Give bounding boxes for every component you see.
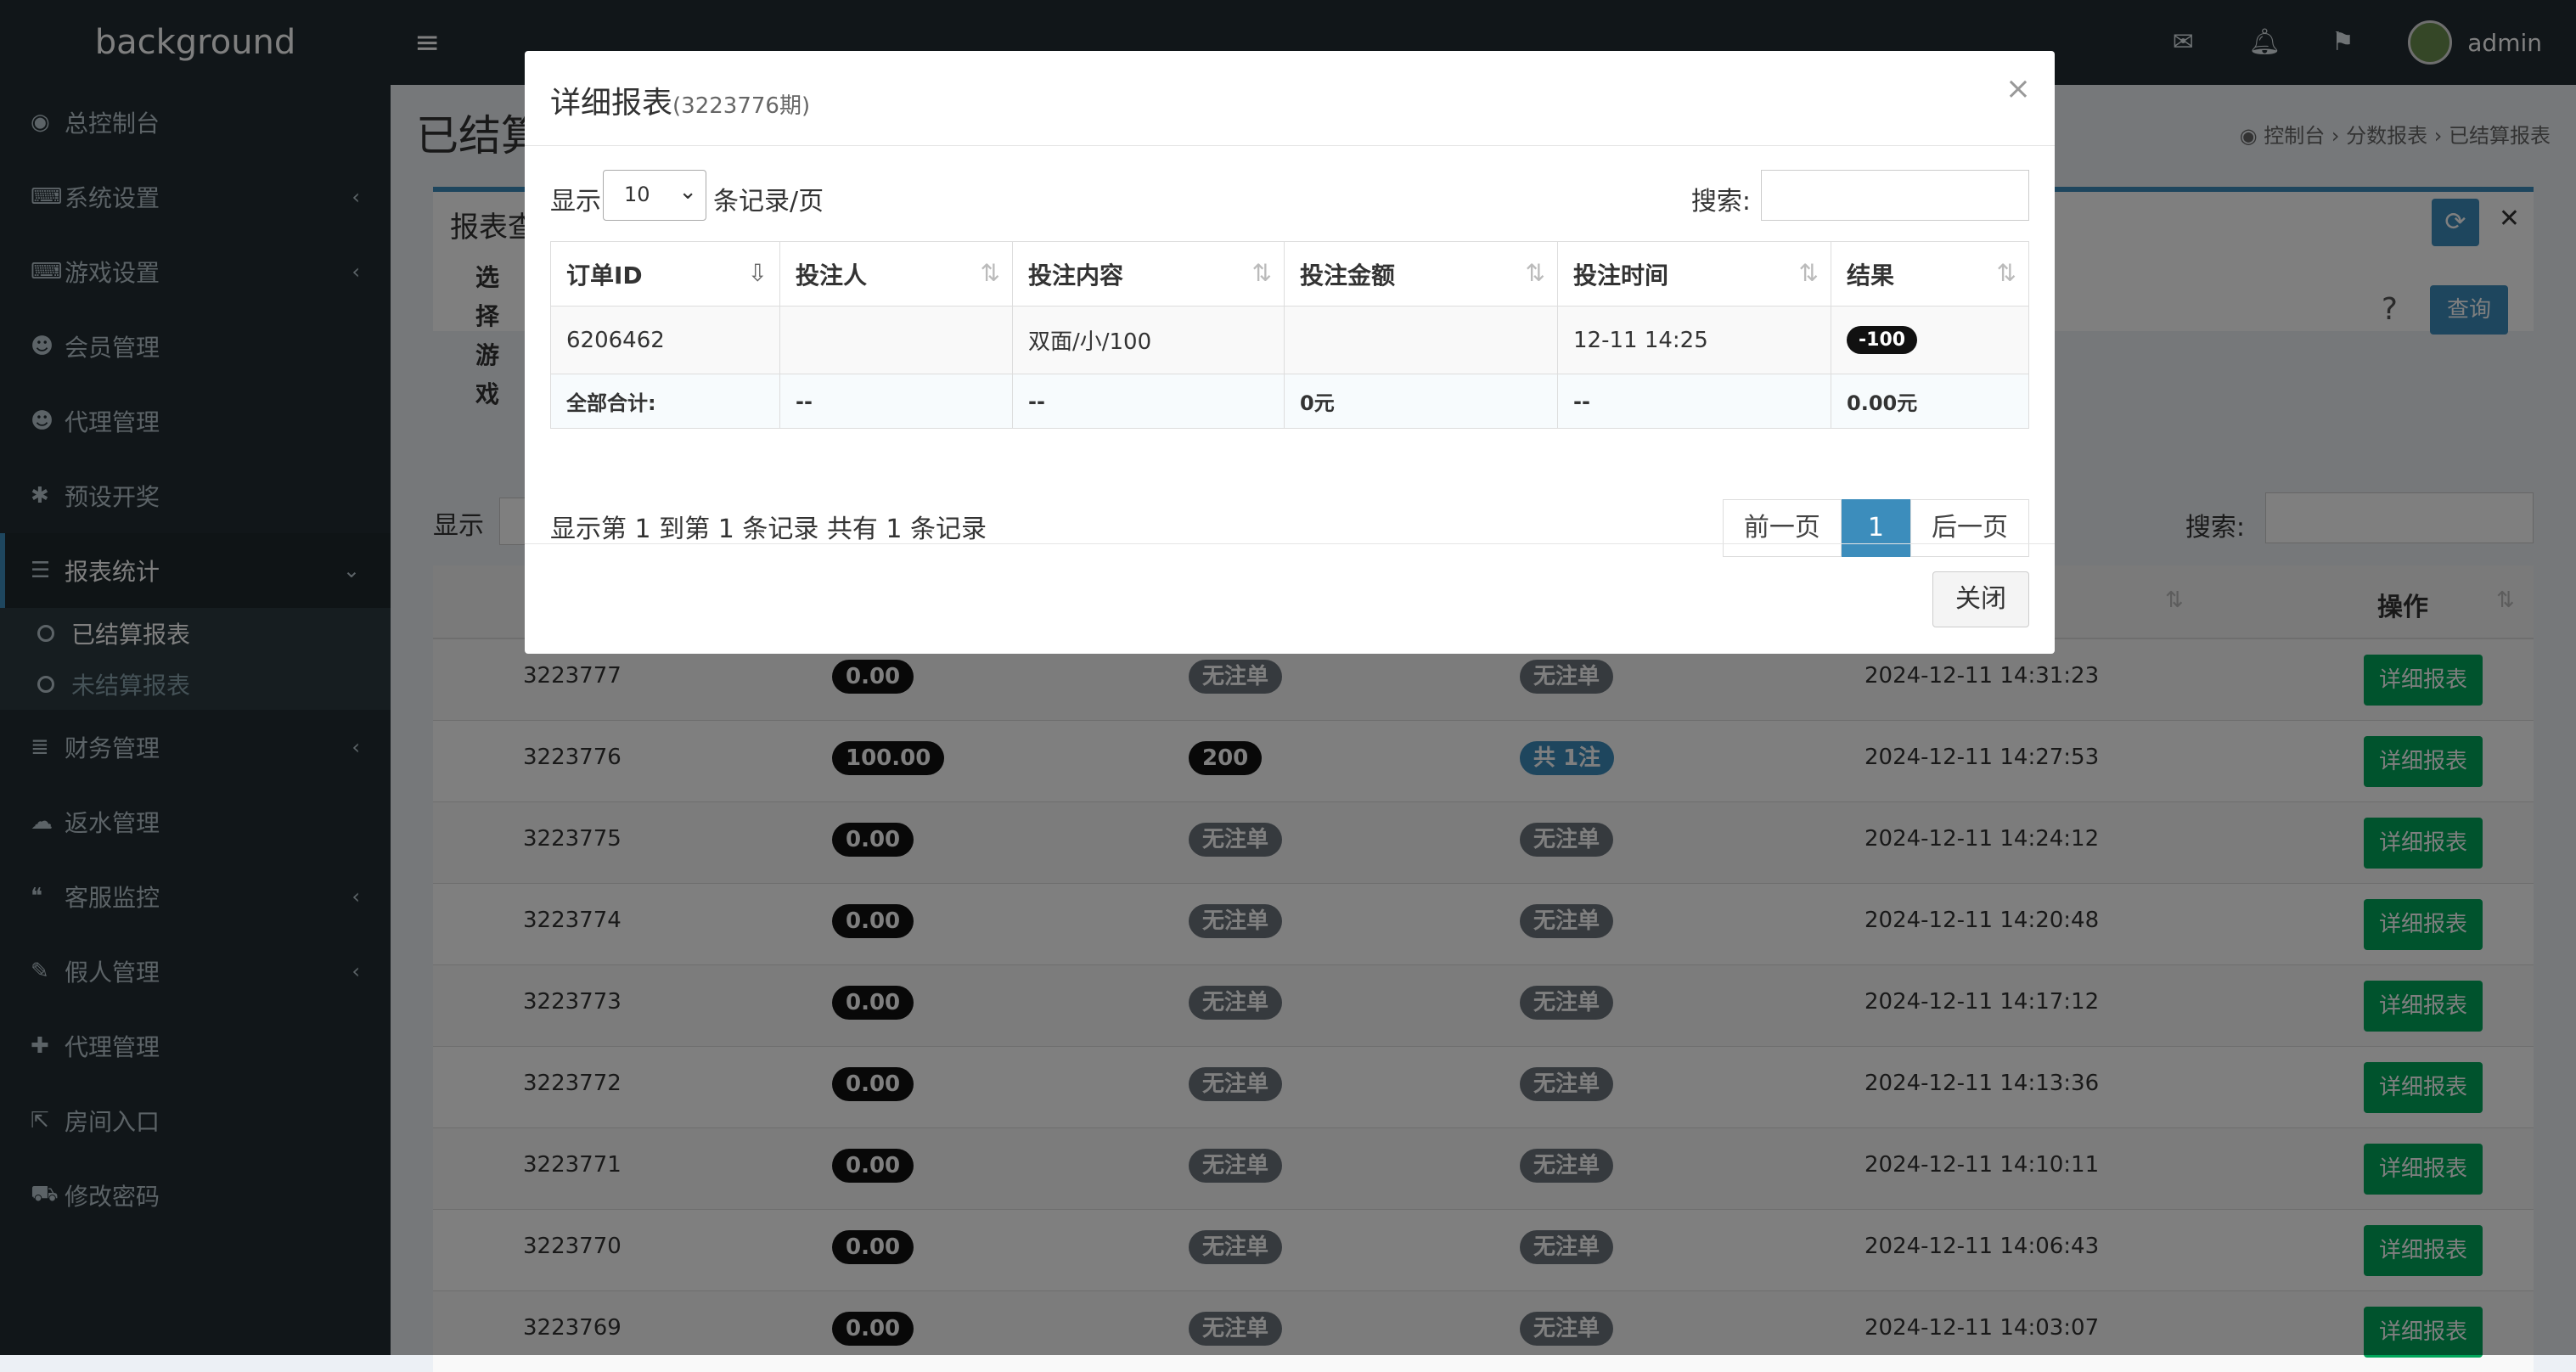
- total-label: 全部合计:: [550, 374, 780, 429]
- table-header-row: 订单ID ⇩ 投注人 ⇅ 投注内容 ⇅ 投注金额 ⇅ 投注时间 ⇅ 结果 ⇅: [550, 241, 2029, 306]
- total-time: --: [1557, 374, 1831, 429]
- search-input[interactable]: [1761, 170, 2029, 221]
- total-result: 0.00元: [1831, 374, 2029, 429]
- show-label: 显示: [550, 187, 601, 216]
- column-header-label: 结果: [1847, 261, 1895, 290]
- column-header-label: 订单ID: [566, 261, 643, 290]
- column-header-label: 投注人: [796, 261, 868, 290]
- bet-content-cell: 双面/小/100: [1012, 306, 1285, 374]
- sort-asc-icon: ⇩: [747, 259, 768, 287]
- chevron-down-icon: ⌄: [678, 179, 697, 205]
- modal-body: 显示 10 ⌄ 条记录/页 搜索: 订单ID ⇩ 投注人 ⇅ 投注内容 ⇅ 投注金额 ⇅…: [550, 170, 2029, 557]
- bet-amount-cell: [1284, 306, 1558, 374]
- column-header[interactable]: 投注内容 ⇅: [1012, 241, 1285, 306]
- column-header[interactable]: 投注人 ⇅: [779, 241, 1013, 306]
- column-header-label: 投注金额: [1300, 261, 1396, 290]
- close-button[interactable]: 关闭: [1932, 571, 2029, 627]
- result-cell: -100: [1831, 306, 2029, 374]
- sort-icon: ⇅: [1251, 259, 1272, 287]
- modal-footer: 关闭: [525, 543, 2055, 654]
- total-amount: 0元: [1284, 374, 1558, 429]
- column-header-label: 投注时间: [1573, 261, 1669, 290]
- modal-title-text: 详细报表: [550, 86, 673, 121]
- bet-detail-table: 订单ID ⇩ 投注人 ⇅ 投注内容 ⇅ 投注金额 ⇅ 投注时间 ⇅ 结果 ⇅ 6206462…: [550, 241, 2029, 429]
- records-info: 显示第 1 到第 1 条记录 共有 1 条记录: [550, 514, 987, 544]
- modal-period: (3223776期): [672, 93, 811, 119]
- table-row: 6206462 双面/小/100 12-11 14:25 -100: [550, 306, 2029, 374]
- per-page-label: 条记录/页: [713, 187, 824, 216]
- order-id-cell: 6206462: [550, 306, 780, 374]
- column-header[interactable]: 投注时间 ⇅: [1557, 241, 1831, 306]
- modal-controls: 显示 10 ⌄ 条记录/页 搜索:: [550, 170, 2029, 224]
- detail-report-modal: 详细报表(3223776期) × 显示 10 ⌄ 条记录/页 搜索: 订单ID ⇩…: [525, 51, 2055, 654]
- sort-icon: ⇅: [1996, 259, 2016, 287]
- page-size-select[interactable]: 10 ⌄: [603, 170, 706, 221]
- modal-title: 详细报表(3223776期): [550, 78, 810, 122]
- search-label: 搜索:: [1690, 187, 1751, 216]
- sort-icon: ⇅: [1798, 259, 1819, 287]
- modal-header: 详细报表(3223776期) ×: [525, 51, 2055, 146]
- column-header-label: 投注内容: [1028, 261, 1124, 290]
- bettor-cell: [779, 306, 1013, 374]
- total-content: --: [1012, 374, 1285, 429]
- column-header[interactable]: 订单ID ⇩: [550, 241, 780, 306]
- sort-icon: ⇅: [980, 259, 1000, 287]
- bet-time-cell: 12-11 14:25: [1557, 306, 1831, 374]
- column-header[interactable]: 投注金额 ⇅: [1284, 241, 1558, 306]
- column-header[interactable]: 结果 ⇅: [1831, 241, 2029, 306]
- sort-icon: ⇅: [1525, 259, 1545, 287]
- close-icon[interactable]: ×: [2005, 71, 2031, 106]
- total-bettor: --: [779, 374, 1013, 429]
- total-row: 全部合计: -- -- 0元 -- 0.00元: [550, 374, 2029, 429]
- page-size-value: 10: [624, 183, 650, 206]
- result-badge: -100: [1847, 326, 1918, 354]
